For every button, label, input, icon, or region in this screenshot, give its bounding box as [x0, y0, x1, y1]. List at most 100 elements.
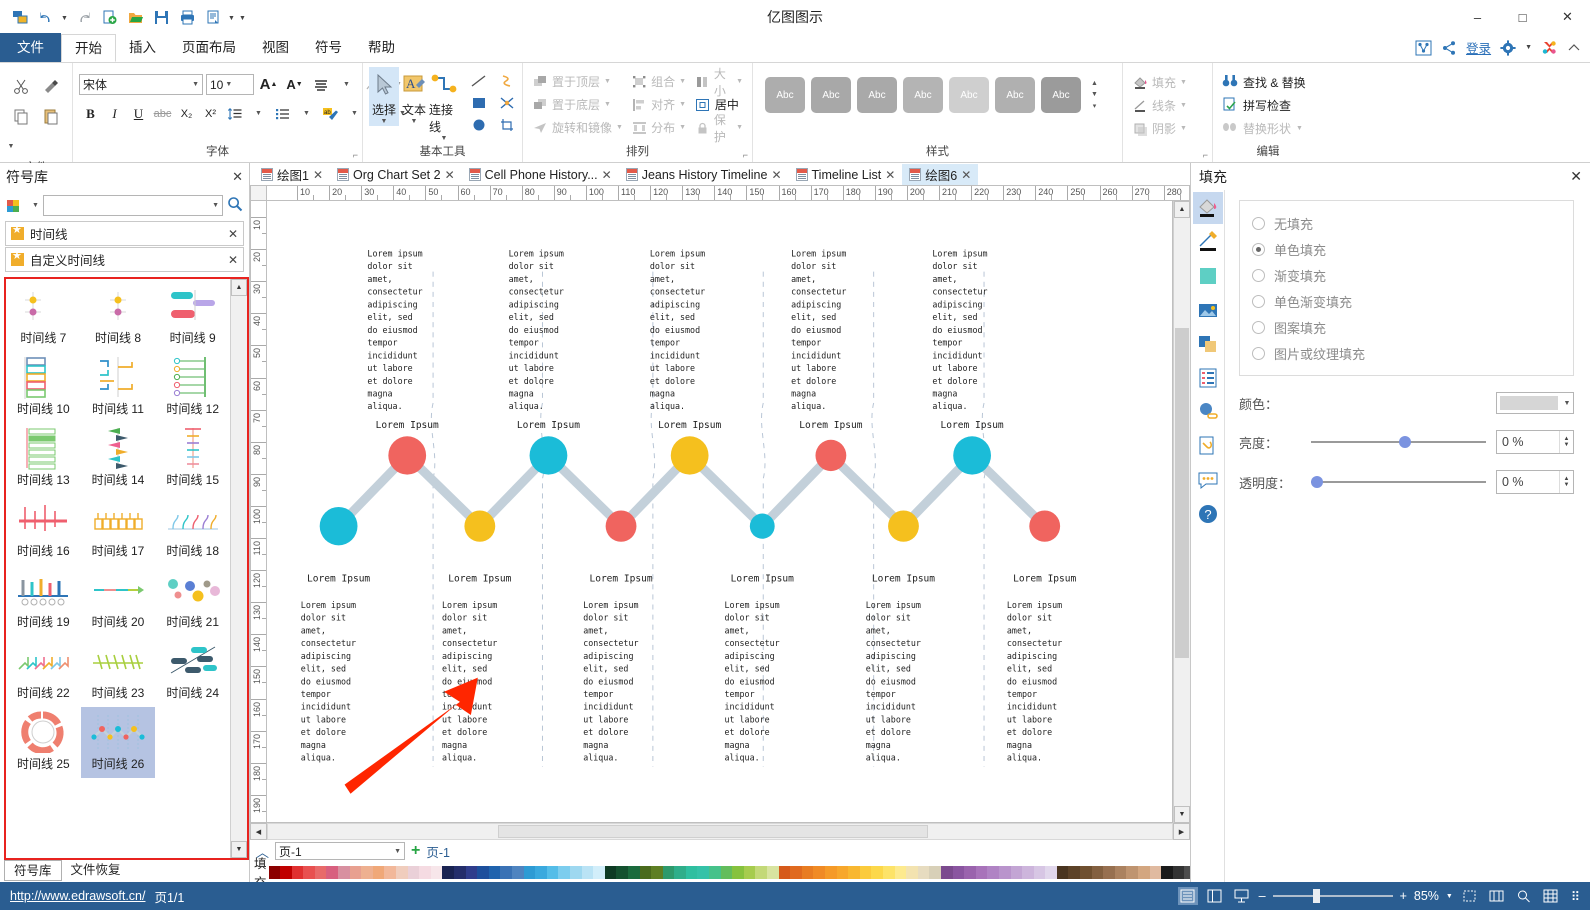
zoom-in-button[interactable]: +	[1400, 889, 1407, 903]
save-icon[interactable]	[149, 5, 173, 29]
color-swatch[interactable]	[1161, 865, 1173, 879]
gallery-expand-icon[interactable]: ▾	[1093, 102, 1097, 110]
shape-item[interactable]: 时间线 11	[81, 352, 156, 423]
color-swatch[interactable]	[1022, 865, 1034, 879]
shape-item[interactable]: 时间线 20	[81, 565, 156, 636]
undo-icon[interactable]	[34, 5, 58, 29]
document-tab[interactable]: Jeans History Timeline ✕	[619, 164, 789, 185]
color-swatch[interactable]	[477, 865, 489, 879]
color-swatch[interactable]	[778, 865, 791, 879]
tab-file-recovery[interactable]: 文件恢复	[62, 860, 130, 881]
redo-icon[interactable]	[71, 5, 95, 29]
align-button[interactable]: 对齐 ▼	[628, 93, 690, 116]
color-swatch[interactable]	[975, 865, 988, 879]
fit-page-icon[interactable]	[1460, 887, 1480, 905]
menu-tab-page-layout[interactable]: 页面布局	[169, 33, 249, 62]
library-cube-icon[interactable]	[6, 195, 28, 215]
strikethrough-button[interactable]: abc	[151, 102, 174, 125]
color-swatch[interactable]	[720, 865, 733, 879]
format-painter-icon[interactable]	[36, 71, 66, 101]
close-icon[interactable]: ✕	[602, 168, 612, 182]
line-pen-icon[interactable]	[1193, 226, 1223, 258]
transparency-slider[interactable]	[1311, 471, 1486, 493]
horizontal-scroll-thumb[interactable]	[498, 825, 928, 838]
style-swatch[interactable]: Abc	[1041, 77, 1081, 113]
connector-tool-dropdown-icon[interactable]: ▼	[441, 135, 448, 143]
login-link[interactable]: 登录	[1466, 38, 1491, 57]
vertical-ruler[interactable]: 10 20 30 40 50 60 70 80 90 100 110 120 130 140 150 160 1…	[250, 201, 267, 823]
color-swatch[interactable]	[894, 865, 907, 879]
color-swatch[interactable]	[523, 865, 536, 879]
close-icon[interactable]: ✕	[445, 168, 455, 182]
scroll-up-icon[interactable]: ▲	[1174, 201, 1190, 218]
align-dropdown-icon[interactable]: ▼	[335, 73, 358, 96]
shape-item[interactable]: 时间线 21	[155, 565, 230, 636]
vertical-scroll-track[interactable]	[1174, 218, 1190, 806]
color-swatch[interactable]	[825, 865, 837, 879]
fill-button[interactable]: 填充 ▼	[1129, 71, 1190, 94]
color-swatch[interactable]	[1172, 865, 1185, 879]
fill-option-pattern[interactable]: 图案填充	[1252, 314, 1561, 340]
color-swatch[interactable]	[1033, 865, 1046, 879]
bullet-list-icon[interactable]	[271, 102, 294, 125]
bold-button[interactable]: B	[79, 102, 102, 125]
document-tab-active[interactable]: 绘图6 ✕	[902, 164, 979, 185]
undo-dropdown-icon[interactable]: ▼	[60, 5, 69, 29]
color-swatch[interactable]	[940, 865, 953, 879]
shape-item[interactable]: 时间线 14	[81, 423, 156, 494]
color-swatch[interactable]	[1045, 865, 1057, 879]
zoom-out-button[interactable]: –	[1259, 889, 1266, 903]
find-replace-button[interactable]: 查找 & 替换	[1219, 71, 1309, 94]
color-swatch[interactable]	[1080, 865, 1092, 879]
canvas-vertical-scrollbar[interactable]: ▲ ▼	[1173, 201, 1190, 823]
color-swatch[interactable]	[442, 865, 455, 879]
timeline-diagram[interactable]: Lorem ipsum dolor sit amet, consectetur adip…	[267, 201, 1172, 822]
shadow-icon[interactable]	[1193, 328, 1223, 360]
add-page-button[interactable]: +	[411, 842, 420, 860]
hyperlink-icon[interactable]	[1193, 396, 1223, 428]
color-swatch[interactable]	[906, 865, 918, 879]
export-dropdown-icon[interactable]: ▼	[227, 5, 236, 29]
format-dialog-launcher[interactable]: ⌐	[1203, 150, 1208, 160]
canvas-sheet[interactable]: Lorem ipsum dolor sit amet, consectetur adip…	[267, 201, 1172, 822]
select-tool[interactable]: 选择 ▼	[369, 67, 399, 126]
connector-tool[interactable]: 连接线 ▼	[429, 67, 459, 143]
color-swatch[interactable]	[1149, 865, 1162, 879]
protect-button[interactable]: 保护 ▼	[692, 113, 746, 144]
new-window-icon[interactable]	[8, 5, 32, 29]
brightness-slider[interactable]	[1311, 431, 1486, 453]
style-swatch[interactable]: Abc	[857, 77, 897, 113]
shadow-button[interactable]: 阴影 ▼	[1129, 117, 1190, 140]
color-swatch[interactable]	[998, 865, 1011, 879]
grow-font-button[interactable]: A ▲	[257, 73, 280, 96]
color-swatch[interactable]	[338, 865, 350, 879]
spinner-arrows-icon[interactable]: ▲ ▼	[1559, 471, 1573, 493]
color-swatch[interactable]	[987, 865, 999, 879]
spell-check-button[interactable]: 拼写检查	[1219, 94, 1294, 117]
color-swatch[interactable]	[454, 865, 466, 879]
curve-shape-icon[interactable]	[493, 70, 521, 92]
color-swatch[interactable]	[396, 865, 408, 879]
arrange-dialog-launcher[interactable]: ⌐	[743, 150, 748, 160]
shape-item[interactable]: 时间线 12	[155, 352, 230, 423]
color-swatch[interactable]	[349, 865, 362, 879]
color-swatch[interactable]	[326, 865, 339, 879]
color-swatch[interactable]	[1103, 865, 1115, 879]
zoom-slider[interactable]	[1272, 887, 1393, 905]
close-icon[interactable]: ✕	[961, 168, 971, 182]
color-swatch[interactable]	[767, 865, 779, 879]
paste-icon[interactable]	[36, 101, 66, 131]
slider-knob[interactable]	[1311, 476, 1323, 488]
edraw-logo-icon[interactable]	[1541, 39, 1558, 56]
attachment-icon[interactable]	[1193, 430, 1223, 462]
color-swatch[interactable]	[813, 865, 826, 879]
paste-dropdown-icon[interactable]: ▼	[6, 131, 16, 161]
shrink-font-button[interactable]: A ▼	[283, 73, 306, 96]
scroll-right-icon[interactable]: ▶	[1173, 823, 1190, 840]
style-swatch[interactable]: Abc	[995, 77, 1035, 113]
color-swatch[interactable]	[593, 865, 605, 879]
shape-item[interactable]: 时间线 10	[6, 352, 81, 423]
document-tab[interactable]: Timeline List ✕	[789, 164, 903, 185]
select-tool-dropdown-icon[interactable]: ▼	[381, 118, 388, 126]
library-cube-dropdown-icon[interactable]: ▼	[32, 202, 39, 209]
